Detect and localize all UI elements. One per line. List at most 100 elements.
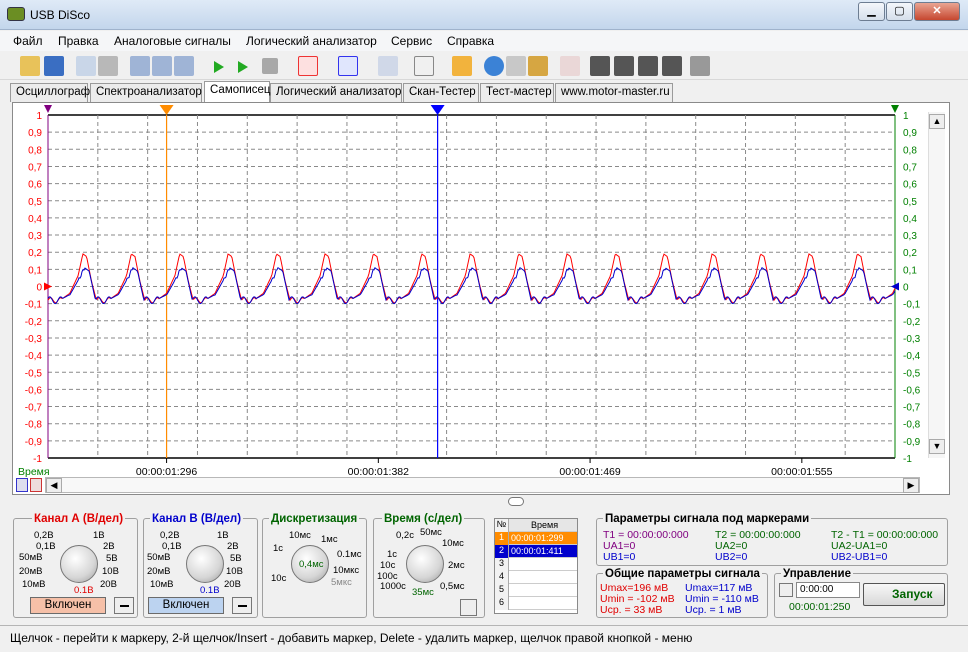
sound-icon[interactable] <box>452 56 472 76</box>
menu-file[interactable]: Файл <box>13 34 43 48</box>
y-right-tick-label: -0,6 <box>903 385 921 396</box>
y-left-tick-label: 0,8 <box>28 145 42 156</box>
status-bar: Щелчок - перейти к маркеру, 2-й щелчок/I… <box>0 625 968 652</box>
channel-b-title: Канал В (В/дел) <box>150 513 244 525</box>
knob-b-label: 0,2В <box>160 530 180 541</box>
discretization-group: Дискретизация 10мс 1мс 0.1мс 10мкс 5мкс … <box>262 513 367 618</box>
maximize-button[interactable]: ▢ <box>886 2 913 21</box>
knob-d-label: 10мс <box>289 530 311 541</box>
menu-logic[interactable]: Логический анализатор <box>246 34 377 48</box>
probe-icon[interactable] <box>690 56 710 76</box>
chip-4-icon[interactable] <box>662 56 682 76</box>
y-left-tick-label: -0,5 <box>25 368 43 379</box>
calculator-icon[interactable] <box>378 56 398 76</box>
zoom-in-time-button[interactable] <box>30 478 42 492</box>
y-right-tick-label: 0,9 <box>903 128 917 139</box>
scroll-left-icon[interactable]: ◀ <box>46 478 62 493</box>
play-icon[interactable] <box>214 61 224 73</box>
channel-b-invert-button[interactable] <box>232 597 252 614</box>
zoom-out-icon[interactable] <box>152 56 172 76</box>
zoom-out-time-button[interactable] <box>16 478 28 492</box>
tab-strip: Осциллограф Спектроанализатор Самописец … <box>0 81 968 102</box>
knob-a-label: 5В <box>106 553 118 564</box>
discretization-title: Дискретизация <box>269 513 360 525</box>
close-button[interactable]: ✕ <box>914 2 960 21</box>
tab-oscilloscope[interactable]: Осциллограф <box>10 83 90 102</box>
knob-b-label: 5В <box>230 553 242 564</box>
table-row[interactable]: 3 <box>495 558 577 571</box>
vertical-scrollbar[interactable]: ▲ ▼ <box>928 112 945 458</box>
table-icon[interactable] <box>528 56 548 76</box>
knob-t-label: 50мс <box>420 527 442 538</box>
timer-input[interactable]: 0:00:00 <box>796 582 860 598</box>
start-button[interactable]: Запуск <box>863 583 945 606</box>
timer-play-icon[interactable] <box>779 583 793 597</box>
save-icon[interactable] <box>44 56 64 76</box>
tab-recorder[interactable]: Самописец <box>204 81 271 102</box>
table-row[interactable]: 5 <box>495 584 577 597</box>
y-right-tick-label: -0,1 <box>903 300 921 311</box>
channel-a-invert-button[interactable] <box>114 597 134 614</box>
channel-b-volts-knob[interactable] <box>186 545 224 583</box>
general-params-group: Общие параметры сигнала Umax=196 мВ Umin… <box>596 568 768 618</box>
chip-2-icon[interactable] <box>614 56 634 76</box>
marker-number: 6 <box>495 597 509 610</box>
print-icon[interactable] <box>98 56 118 76</box>
chip-1-icon[interactable] <box>590 56 610 76</box>
expand-panel-icon[interactable] <box>508 497 524 506</box>
scroll-up-icon[interactable]: ▲ <box>929 114 945 129</box>
start-button-label: Запуск <box>892 587 933 601</box>
menu-edit[interactable]: Правка <box>58 34 99 48</box>
time-div-group: Время (с/дел) 0,2с 50мс 10мс 2мс 0,5мс 3… <box>373 513 485 618</box>
knob-d-label: 10с <box>271 573 287 584</box>
settings-icon[interactable] <box>506 56 526 76</box>
menu-service[interactable]: Сервис <box>391 34 432 48</box>
channel-b-signal-icon[interactable] <box>338 56 358 76</box>
knob-b-label: 2В <box>227 541 239 552</box>
zoom-icon[interactable] <box>130 56 150 76</box>
horizontal-scrollbar[interactable]: ◀ ▶ <box>45 477 920 493</box>
channel-a-signal-icon[interactable] <box>298 56 318 76</box>
menu-help[interactable]: Справка <box>447 34 494 48</box>
waveform-plot[interactable]: 1 1 0,9 0,9 0,8 0,8 0,7 0,7 0,6 0,6 0,5 0,5 0,4 0,4 0,… <box>13 103 949 494</box>
open-icon[interactable] <box>20 56 40 76</box>
table-row[interactable]: 1 00:00:01:299 <box>495 532 577 545</box>
table-row[interactable]: 6 <box>495 597 577 610</box>
marker-number: 1 <box>495 532 509 545</box>
tab-spectrum[interactable]: Спектроанализатор <box>90 83 202 102</box>
refresh-icon[interactable] <box>484 56 504 76</box>
time-div-knob[interactable] <box>406 545 444 583</box>
marker-number: 4 <box>495 571 509 584</box>
channel-a-volts-knob[interactable] <box>60 545 98 583</box>
tab-logic-analyzer[interactable]: Логический анализатор <box>270 83 402 102</box>
y-right-tick-label: 0,6 <box>903 180 917 191</box>
tab-test-master[interactable]: Тест-мастер <box>480 83 554 102</box>
menu-analog[interactable]: Аналоговые сигналы <box>114 34 231 48</box>
scroll-down-icon[interactable]: ▼ <box>929 439 945 454</box>
minimize-button[interactable]: ▁ <box>858 2 885 21</box>
y-right-tick-label: 0,2 <box>903 248 917 259</box>
marker-table[interactable]: № Время 1 00:00:01:299 2 00:00:01:411 3 4 5… <box>494 518 578 614</box>
y-right-tick-label: -0,7 <box>903 403 921 414</box>
magnifier-icon[interactable] <box>460 599 477 616</box>
math-icon[interactable] <box>414 56 434 76</box>
recorder-chart-panel: 1 1 0,9 0,9 0,8 0,8 0,7 0,7 0,6 0,6 0,5 0,5 0,4 0,4 0,… <box>12 102 950 495</box>
marker-params-title: Параметры сигнала под маркерами <box>603 513 812 525</box>
play-continuous-icon[interactable] <box>238 61 248 73</box>
knob-b-label: 10мВ <box>150 579 174 590</box>
tab-scan-tester[interactable]: Скан-Тестер <box>403 83 479 102</box>
scroll-right-icon[interactable]: ▶ <box>903 478 919 493</box>
zoom-fit-icon[interactable] <box>174 56 194 76</box>
chip-3-icon[interactable] <box>638 56 658 76</box>
table-row[interactable]: 2 00:00:01:411 <box>495 545 577 558</box>
trigger-icon[interactable] <box>560 56 580 76</box>
tab-website[interactable]: www.motor-master.ru <box>555 83 673 102</box>
y-right-tick-label: 0,1 <box>903 265 917 276</box>
print-preview-icon[interactable] <box>76 56 96 76</box>
table-row[interactable]: 4 <box>495 571 577 584</box>
channel-a-enable-button[interactable]: Включен <box>30 597 106 614</box>
channel-b-enable-button[interactable]: Включен <box>148 597 224 614</box>
time-div-title: Время (с/дел) <box>382 513 465 525</box>
title-bar: USB DiSco ▁ ▢ ✕ <box>0 0 968 30</box>
stop-icon[interactable] <box>262 58 278 74</box>
